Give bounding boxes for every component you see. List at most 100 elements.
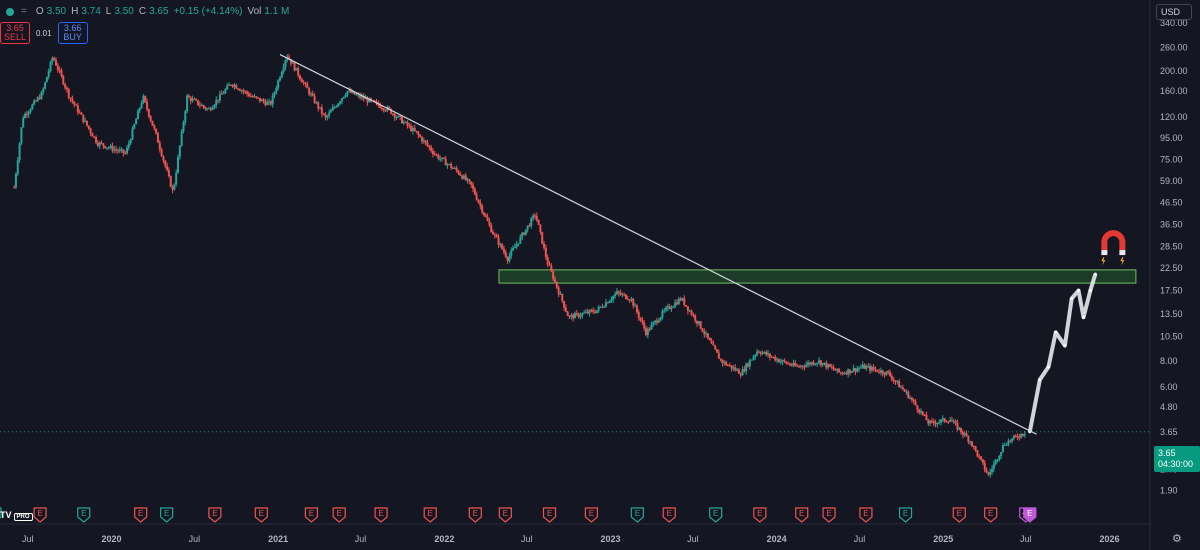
candle-body <box>985 469 988 473</box>
last-price-value: 3.65 <box>1158 448 1176 458</box>
y-tick-label: 28.50 <box>1160 242 1183 252</box>
candle-body <box>737 369 740 374</box>
candle-body <box>823 362 826 364</box>
candle-body <box>938 422 941 424</box>
candle-body <box>197 100 200 105</box>
candle-body <box>468 179 471 182</box>
candle-body <box>273 92 276 96</box>
equals-icon[interactable]: = <box>21 6 27 17</box>
candle-body <box>672 306 675 308</box>
candle-body <box>158 142 161 150</box>
buy-button[interactable]: 3.66 BUY <box>57 22 88 44</box>
candle-body <box>268 101 271 103</box>
candle-body <box>162 156 165 161</box>
currency-selector[interactable]: USD <box>1156 4 1192 20</box>
event-marker-label: E <box>428 509 433 518</box>
candle-body <box>215 99 218 106</box>
candle-body <box>574 313 576 319</box>
candle-body <box>967 436 970 442</box>
resistance-zone[interactable] <box>498 269 1137 284</box>
candle-body <box>825 362 828 368</box>
candle-body <box>756 351 759 355</box>
candle-body <box>431 150 434 154</box>
candle-body <box>828 364 831 367</box>
candle-body <box>847 369 850 375</box>
candle-body <box>883 373 886 375</box>
candle-body <box>972 446 975 448</box>
candle-body <box>533 215 536 217</box>
candle-body <box>479 202 482 206</box>
candle-body <box>297 68 300 76</box>
candle-body <box>799 365 802 367</box>
price-chart[interactable]: 340.00260.00200.00160.00120.0095.0075.00… <box>0 0 1200 550</box>
candle-body <box>792 362 795 366</box>
candle-body <box>67 89 70 98</box>
candle-body <box>444 158 447 166</box>
candle-body <box>708 337 711 341</box>
candle-body <box>299 75 302 80</box>
candle-body <box>426 142 429 146</box>
candle-body <box>743 369 746 372</box>
candle-body <box>233 84 236 87</box>
candle-body <box>666 306 669 308</box>
candle-body <box>126 147 129 154</box>
x-tick-label: 2021 <box>268 534 288 544</box>
candle-body <box>852 368 855 372</box>
candle-body <box>29 109 32 112</box>
candle-body <box>473 188 476 195</box>
candle-body <box>65 87 68 90</box>
candle-body <box>475 194 478 200</box>
candle-body <box>515 244 518 247</box>
candle-body <box>788 363 791 365</box>
candle-body <box>543 243 546 248</box>
candle-body <box>309 93 312 95</box>
candle-body <box>441 157 444 159</box>
candle-body <box>925 414 928 421</box>
y-tick-label: 36.50 <box>1160 219 1183 229</box>
candle-body <box>96 142 99 146</box>
candle-body <box>903 389 906 392</box>
candle-body <box>929 420 932 424</box>
candle-body <box>894 380 897 382</box>
candle-body <box>639 317 642 321</box>
tradingview-logo[interactable]: TV PRO <box>0 510 33 521</box>
candle-body <box>816 362 819 364</box>
candle-body <box>681 298 684 301</box>
gear-icon[interactable]: ⚙ <box>1172 532 1182 545</box>
candle-body <box>506 257 509 262</box>
candle-body <box>696 320 699 324</box>
candle-body <box>535 215 538 220</box>
candle-body <box>53 58 56 60</box>
candle-body <box>54 59 57 66</box>
candle-body <box>424 140 427 143</box>
candle-body <box>670 307 673 309</box>
candle-body <box>56 65 59 70</box>
candle-body <box>998 456 1001 460</box>
candle-body <box>692 314 695 316</box>
candle-body <box>60 70 63 76</box>
candle-body <box>705 333 708 335</box>
candle-body <box>748 360 751 367</box>
sell-button[interactable]: 3.65 SELL <box>0 22 30 44</box>
candle-body <box>399 115 402 117</box>
candle-body <box>892 379 895 381</box>
x-tick-label: Jul <box>521 534 533 544</box>
candle-body <box>182 122 185 132</box>
candle-body <box>570 314 573 317</box>
y-tick-label: 59.00 <box>1160 176 1183 186</box>
candle-body <box>275 88 278 93</box>
open-label: O <box>35 6 44 17</box>
candle-body <box>552 271 555 280</box>
event-marker-label: E <box>164 509 169 518</box>
x-tick-label: Jul <box>687 534 699 544</box>
candle-body <box>27 111 30 115</box>
candle-body <box>810 362 813 365</box>
candle-body <box>763 351 766 353</box>
candle-body <box>745 363 748 372</box>
candle-body <box>586 311 589 314</box>
candle-body <box>665 307 668 311</box>
candle-body <box>328 112 331 116</box>
candle-body <box>603 306 606 308</box>
candle-body <box>994 459 997 464</box>
candle-body <box>861 364 864 368</box>
